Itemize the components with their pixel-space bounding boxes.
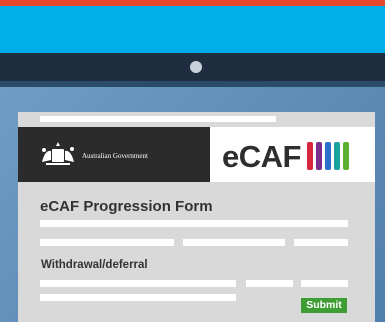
withdrawal-field-2[interactable] <box>246 280 293 287</box>
submit-button[interactable]: Submit <box>301 298 347 313</box>
tablet-top-bezel <box>0 53 385 81</box>
camera-icon <box>190 61 202 73</box>
government-label: Australian Government <box>82 152 148 160</box>
section-title: Withdrawal/deferral <box>41 259 148 271</box>
form-field-2[interactable] <box>40 239 174 246</box>
form-field-3[interactable] <box>183 239 285 246</box>
withdrawal-field-3[interactable] <box>301 280 348 287</box>
form-title: eCAF Progression Form <box>40 198 213 215</box>
form-field-4[interactable] <box>294 239 348 246</box>
withdrawal-field-1[interactable] <box>40 280 236 287</box>
ecaf-logo-text: eCAF <box>222 139 301 174</box>
screen-address-bar <box>40 116 276 122</box>
background-sky <box>0 6 385 53</box>
withdrawal-field-4[interactable] <box>40 294 236 301</box>
form-field-1[interactable] <box>40 220 348 227</box>
ecaf-bars-icon <box>307 142 349 170</box>
crest-icon <box>42 142 74 165</box>
